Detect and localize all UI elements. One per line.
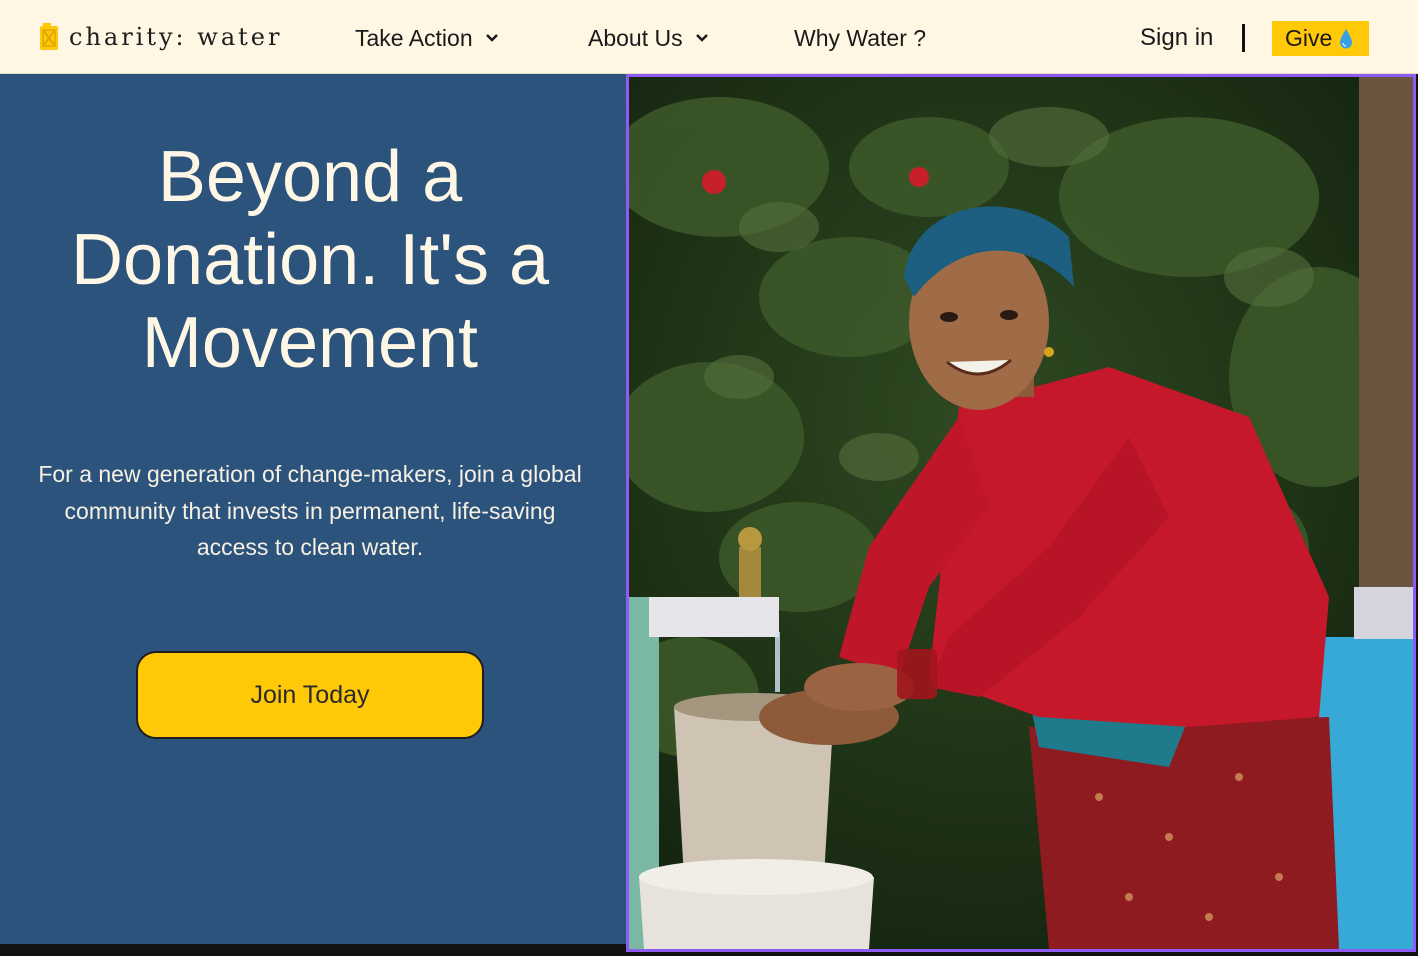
nav-take-action-label: Take Action (355, 24, 473, 51)
page-bottom-bar (0, 944, 626, 956)
hero-panel: Beyond a Donation. It's a Movement For a… (0, 74, 626, 944)
woman-washing-hands-photo (629, 77, 1413, 949)
nav-why-water[interactable]: Why Water ? (794, 22, 926, 54)
top-navbar: charity: water Take Action About Us Why … (0, 0, 1418, 74)
join-today-button[interactable]: Join Today (136, 651, 484, 739)
hero-headline: Beyond a Donation. It's a Movement (70, 137, 550, 383)
give-button[interactable]: Give (1272, 21, 1369, 56)
nav-why-water-label: Why Water ? (794, 24, 927, 51)
chevron-down-icon (695, 34, 708, 42)
hero-image (626, 74, 1416, 952)
nav-take-action[interactable]: Take Action (355, 22, 499, 54)
nav-about-us[interactable]: About Us (588, 22, 709, 54)
nav-about-us-label: About Us (588, 24, 683, 51)
nav-divider (1242, 24, 1245, 52)
sign-in-link[interactable]: Sign in (1140, 22, 1213, 54)
logo[interactable]: charity: water (39, 21, 282, 53)
give-button-label: Give (1285, 25, 1333, 51)
hero-subtext: For a new generation of change-makers, j… (38, 461, 582, 560)
logo-text: charity: water (69, 23, 283, 51)
jerrycan-icon (39, 23, 59, 51)
chevron-down-icon (485, 34, 498, 42)
water-drop-icon (1340, 28, 1353, 48)
